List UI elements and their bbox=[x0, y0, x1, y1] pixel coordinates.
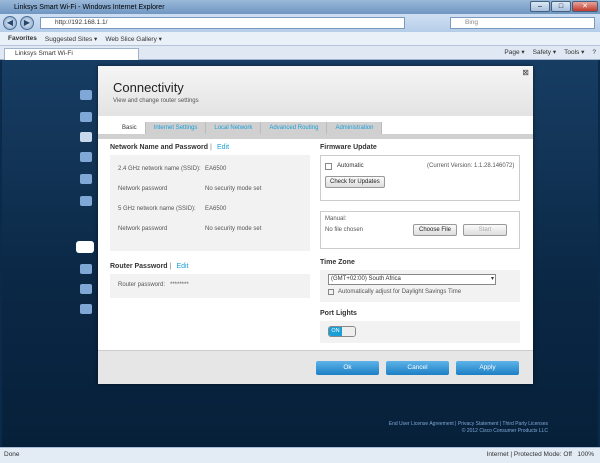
favorites-bar: Favorites Suggested Sites ▾ Web Slice Ga… bbox=[0, 32, 600, 46]
port-lights-toggle[interactable]: ON bbox=[328, 326, 356, 337]
tab-basic[interactable]: Basic bbox=[114, 122, 146, 134]
auto-update-label: Automatic bbox=[337, 163, 364, 169]
network-box: 2.4 GHz network name (SSID): EA6500 Netwo… bbox=[110, 155, 310, 251]
ok-button[interactable]: Ok bbox=[316, 361, 379, 375]
port-lights-heading: Port Lights bbox=[320, 310, 357, 317]
alert-icon[interactable] bbox=[80, 132, 92, 142]
safety-menu[interactable]: Safety ▾ bbox=[533, 48, 557, 58]
password-24-value: No security mode set bbox=[205, 186, 262, 192]
legal-footer: End User License Agreement | Privacy Sta… bbox=[389, 421, 548, 435]
sidebar bbox=[74, 80, 99, 380]
favorites-button[interactable]: Favorites bbox=[8, 35, 37, 42]
page-content: ⊠ Connectivity View and change router se… bbox=[2, 60, 598, 447]
status-bar: Done Internet | Protected Mode: Off 100% bbox=[0, 447, 600, 463]
favorite-web-slice-gallery[interactable]: Web Slice Gallery ▾ bbox=[105, 35, 162, 43]
network-edit-link[interactable]: Edit bbox=[217, 144, 229, 151]
tab-internet-settings[interactable]: Internet Settings bbox=[145, 122, 207, 134]
port-lights-box: ON bbox=[320, 321, 520, 343]
no-file-text: No file chosen bbox=[325, 227, 364, 233]
chevron-down-icon: ▾ bbox=[490, 276, 494, 282]
devices-icon[interactable] bbox=[80, 90, 92, 100]
legal-links[interactable]: End User License Agreement | Privacy Sta… bbox=[389, 421, 548, 428]
timezone-selected: (GMT+02:00) South Africa bbox=[331, 276, 401, 282]
zone-status: Internet | Protected Mode: Off bbox=[486, 451, 572, 458]
timezone-box: (GMT+02:00) South Africa ▾ Automatically … bbox=[320, 270, 520, 302]
minimize-button[interactable]: – bbox=[530, 1, 550, 12]
back-button[interactable]: ◀ bbox=[3, 16, 17, 30]
tab-local-network[interactable]: Local Network bbox=[206, 122, 262, 134]
ssid-5-label: 5 GHz network name (SSID): bbox=[118, 206, 196, 212]
maximize-button[interactable]: □ bbox=[551, 1, 571, 12]
password-24-label: Network password bbox=[118, 186, 168, 192]
firmware-auto-box: Automatic (Current Version: 1.1.28.14607… bbox=[320, 155, 520, 201]
page-subtitle: View and change router settings bbox=[113, 98, 199, 104]
password-5-label: Network password bbox=[118, 226, 168, 232]
wifi-icon[interactable] bbox=[80, 284, 92, 294]
status-text: Done bbox=[4, 451, 20, 458]
network-heading: Network Name and Password bbox=[110, 144, 209, 151]
dst-checkbox[interactable] bbox=[328, 288, 334, 295]
connectivity-panel: ⊠ Connectivity View and change router se… bbox=[98, 66, 533, 384]
router-password-heading: Router Password bbox=[110, 263, 168, 270]
security-shield-icon[interactable] bbox=[80, 304, 92, 314]
panel-footer: Ok Cancel Apply bbox=[98, 350, 533, 384]
router-password-edit-link[interactable]: Edit bbox=[177, 263, 189, 270]
router-password-box: Router password: ******** bbox=[110, 274, 310, 298]
toggle-on-label: ON bbox=[329, 327, 342, 336]
router-password-label: Router password: bbox=[118, 282, 166, 288]
start-button[interactable]: Start bbox=[463, 224, 507, 236]
command-bar: Page ▾ Safety ▾ Tools ▾ ? bbox=[504, 48, 596, 58]
auto-update-checkbox[interactable] bbox=[325, 162, 332, 170]
window-title: Linksys Smart Wi-Fi - Windows Internet E… bbox=[14, 3, 165, 11]
guest-access-icon[interactable] bbox=[80, 152, 92, 162]
current-version: (Current Version: 1.1.28.146072) bbox=[427, 163, 515, 169]
tools-menu[interactable]: Tools ▾ bbox=[564, 48, 584, 58]
search-input[interactable]: Bing bbox=[450, 17, 595, 29]
favorite-suggested-sites[interactable]: Suggested Sites ▾ bbox=[45, 35, 97, 43]
dst-label: Automatically adjust for Daylight Saving… bbox=[338, 288, 462, 295]
tab-administration[interactable]: Administration bbox=[327, 122, 383, 134]
close-window-button[interactable]: ✕ bbox=[572, 1, 598, 12]
troubleshooting-icon[interactable] bbox=[80, 264, 92, 274]
media-icon[interactable] bbox=[80, 196, 92, 206]
cancel-button[interactable]: Cancel bbox=[386, 361, 449, 375]
apply-button[interactable]: Apply bbox=[456, 361, 519, 375]
help-menu[interactable]: ? bbox=[592, 48, 596, 58]
copyright: © 2012 Cisco Consumer Products LLC bbox=[461, 428, 548, 434]
tab-advanced-routing[interactable]: Advanced Routing bbox=[261, 122, 328, 134]
router-password-value: ******** bbox=[170, 282, 189, 288]
check-updates-button[interactable]: Check for Updates bbox=[325, 176, 385, 188]
window-titlebar: Linksys Smart Wi-Fi - Windows Internet E… bbox=[0, 0, 600, 14]
password-5-value: No security mode set bbox=[205, 226, 262, 232]
tab-bar: Linksys Smart Wi-Fi Page ▾ Safety ▾ Tool… bbox=[0, 46, 600, 60]
ssid-24-value: EA6500 bbox=[205, 166, 227, 172]
timezone-heading: Time Zone bbox=[320, 259, 355, 266]
address-input[interactable]: http://192.168.1.1/ bbox=[40, 17, 405, 29]
firmware-manual-box: Manual: No file chosen Choose File Start bbox=[320, 211, 520, 249]
zoom-level[interactable]: 100% bbox=[577, 451, 594, 458]
timezone-select[interactable]: (GMT+02:00) South Africa ▾ bbox=[328, 274, 496, 285]
network-map-icon[interactable] bbox=[80, 112, 92, 122]
close-icon[interactable]: ⊠ bbox=[522, 68, 529, 77]
choose-file-button[interactable]: Choose File bbox=[413, 224, 457, 236]
browser-tab[interactable]: Linksys Smart Wi-Fi bbox=[4, 48, 139, 60]
firmware-heading: Firmware Update bbox=[320, 144, 377, 151]
page-menu[interactable]: Page ▾ bbox=[504, 48, 524, 58]
ssid-5-value: EA6500 bbox=[205, 206, 227, 212]
forward-button[interactable]: ▶ bbox=[20, 16, 34, 30]
gear-icon[interactable] bbox=[76, 241, 94, 253]
page-title: Connectivity bbox=[113, 80, 184, 95]
ssid-24-label: 2.4 GHz network name (SSID): bbox=[118, 166, 201, 172]
parental-controls-icon[interactable] bbox=[80, 174, 92, 184]
panel-tabs: Basic Internet Settings Local Network Ad… bbox=[114, 122, 383, 134]
address-bar-row: ◀ ▶ http://192.168.1.1/ Bing bbox=[0, 14, 600, 32]
